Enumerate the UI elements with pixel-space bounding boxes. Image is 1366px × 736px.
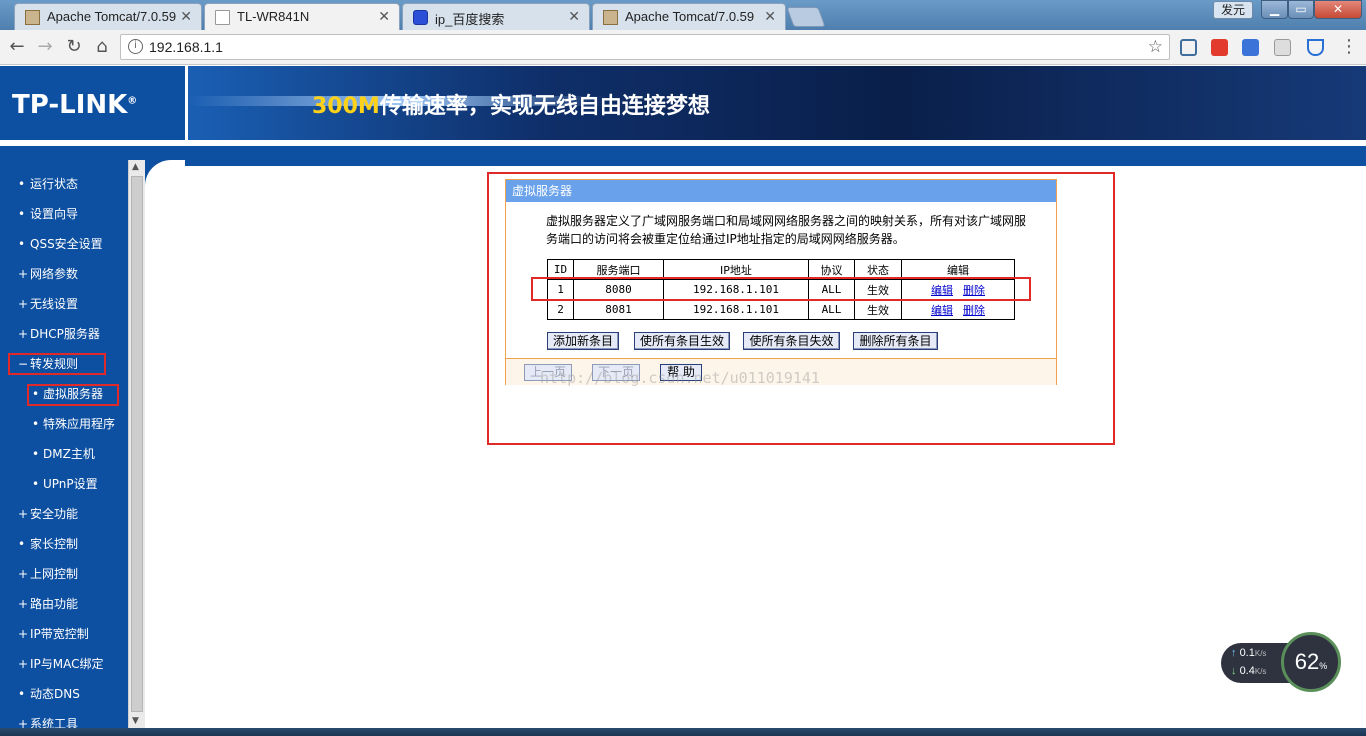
close-tab-icon[interactable]: ✕ — [180, 8, 192, 25]
sidebar-item-wireless[interactable]: + 无线设置 — [0, 293, 128, 315]
home-icon[interactable]: ⌂ — [91, 37, 113, 59]
delete-all-button[interactable]: 删除所有条目 — [853, 332, 938, 350]
sidebar-item-dmz[interactable]: • DMZ主机 — [0, 443, 128, 465]
router-header: TP-LINK® 300M传输速率，实现无线自由连接梦想 — [0, 66, 1366, 140]
close-tab-icon[interactable]: ✕ — [378, 8, 390, 25]
tab-label: Apache Tomcat/7.0.59 — [47, 9, 177, 24]
sidebar-item-parental[interactable]: • 家长控制 — [0, 533, 128, 555]
panel-title: 虚拟服务器 — [506, 180, 1056, 202]
browser-toolbar: ← → ↻ ⌂ i ☆ ⋮ — [0, 30, 1366, 65]
screenshot-extension-icon[interactable] — [1180, 39, 1197, 56]
bookmark-star-icon[interactable]: ☆ — [1148, 37, 1163, 57]
disable-all-button[interactable]: 使所有条目失效 — [743, 332, 840, 350]
cell-status: 生效 — [854, 299, 902, 320]
info-icon[interactable]: i — [128, 39, 143, 54]
header-divider — [0, 140, 1366, 166]
shield-extension-icon[interactable] — [1307, 39, 1324, 56]
download-speed: 0.4 — [1239, 665, 1255, 677]
back-arrow-icon[interactable]: ← — [6, 37, 28, 59]
edit-link[interactable]: 编辑 — [931, 304, 953, 317]
translate-extension-icon[interactable] — [1242, 39, 1259, 56]
sidebar-item-status[interactable]: • 运行状态 — [0, 173, 128, 195]
tomcat-icon — [25, 10, 40, 25]
sidebar-item-wizard[interactable]: • 设置向导 — [0, 203, 128, 225]
sidebar-item-access-control[interactable]: + 上网控制 — [0, 563, 128, 585]
profile-button[interactable]: 发元 — [1213, 1, 1253, 19]
panel-description: 虚拟服务器定义了广域网服务端口和局域网网络服务器之间的映射关系，所有对该广域网服… — [546, 214, 1027, 246]
highlight-virtual-server — [27, 384, 119, 406]
new-tab-button[interactable] — [786, 7, 826, 27]
enable-all-button[interactable]: 使所有条目生效 — [634, 332, 730, 350]
sidebar-item-network[interactable]: + 网络参数 — [0, 263, 128, 285]
tab-tomcat-2[interactable]: Apache Tomcat/7.0.59 ✕ — [592, 3, 786, 30]
sidebar-item-ip-mac[interactable]: + IP与MAC绑定 — [0, 653, 128, 675]
scroll-thumb[interactable] — [131, 176, 143, 712]
forward-arrow-icon[interactable]: → — [34, 37, 56, 59]
cell-id: 2 — [547, 299, 574, 320]
watermark-text: http://blog.csdn.net/u011019141 — [540, 369, 820, 387]
browser-tab-strip: Apache Tomcat/7.0.59 ✕ TL-WR841N ✕ ip_百度… — [0, 0, 1366, 30]
download-arrow-icon: ↓ — [1231, 665, 1237, 677]
header-banner: 300M传输速率，实现无线自由连接梦想 — [185, 66, 1366, 140]
tp-link-logo: TP-LINK® — [12, 90, 138, 120]
cell-protocol: ALL — [808, 299, 855, 320]
address-bar[interactable]: i ☆ — [120, 34, 1170, 60]
scroll-up-arrow-icon[interactable]: ▲ — [132, 162, 139, 172]
close-tab-icon[interactable]: ✕ — [568, 8, 580, 25]
tab-label: ip_百度搜索 — [435, 12, 505, 27]
reload-icon[interactable]: ↻ — [63, 37, 85, 59]
cell-edit: 编辑 删除 — [901, 299, 1015, 320]
add-entry-button[interactable]: 添加新条目 — [547, 332, 619, 350]
tab-tomcat-1[interactable]: Apache Tomcat/7.0.59 ✕ — [14, 3, 202, 30]
red-extension-icon[interactable] — [1211, 39, 1228, 56]
sidebar-item-security[interactable]: + 安全功能 — [0, 503, 128, 525]
tab-label: TL-WR841N — [237, 9, 310, 24]
sidebar-menu: • 运行状态 • 设置向导 • QSS安全设置 + 网络参数 + 无线设置 + DHCP服务… — [0, 160, 128, 736]
content-corner-decoration — [145, 160, 185, 186]
memory-usage-gauge[interactable]: 62% — [1281, 632, 1341, 692]
sidebar-item-bandwidth[interactable]: + IP带宽控制 — [0, 623, 128, 645]
minimize-button[interactable]: ▁ — [1261, 0, 1288, 19]
sidebar-item-qss[interactable]: • QSS安全设置 — [0, 233, 128, 255]
table-row: 2 8081 192.168.1.101 ALL 生效 编辑 删除 — [547, 299, 1015, 320]
cell-ip: 192.168.1.101 — [663, 299, 809, 320]
close-tab-icon[interactable]: ✕ — [764, 8, 776, 25]
cell-port: 8081 — [573, 299, 664, 320]
scroll-down-arrow-icon[interactable]: ▼ — [132, 716, 139, 726]
tomcat-icon — [603, 10, 618, 25]
windows-taskbar — [0, 728, 1366, 736]
sidebar-item-special-apps[interactable]: • 特殊应用程序 — [0, 413, 128, 435]
tab-label: Apache Tomcat/7.0.59 — [625, 9, 755, 24]
highlight-forwarding-rules — [8, 353, 106, 375]
page-icon — [215, 10, 230, 25]
delete-link[interactable]: 删除 — [963, 304, 985, 317]
sidebar-item-ddns[interactable]: • 动态DNS — [0, 683, 128, 705]
sidebar-scrollbar[interactable]: ▲ ▼ — [128, 160, 145, 736]
tab-baidu[interactable]: ip_百度搜索 ✕ — [402, 3, 590, 30]
highlight-row-1 — [531, 277, 1031, 301]
sidebar-item-routing[interactable]: + 路由功能 — [0, 593, 128, 615]
upload-arrow-icon: ↑ — [1231, 647, 1237, 659]
baidu-paw-icon — [413, 10, 428, 25]
menu-icon[interactable]: ⋮ — [1338, 37, 1360, 59]
tab-tl-wr841n[interactable]: TL-WR841N ✕ — [204, 3, 400, 30]
sidebar-item-upnp[interactable]: • UPnP设置 — [0, 473, 128, 495]
maximize-button[interactable]: ▭ — [1288, 0, 1314, 19]
reader-extension-icon[interactable] — [1274, 39, 1291, 56]
url-input[interactable] — [149, 37, 1129, 57]
sidebar-item-dhcp[interactable]: + DHCP服务器 — [0, 323, 128, 345]
upload-speed: 0.1 — [1239, 647, 1255, 659]
close-window-button[interactable]: ✕ — [1314, 0, 1362, 19]
banner-slogan: 300M传输速率，实现无线自由连接梦想 — [312, 94, 710, 119]
